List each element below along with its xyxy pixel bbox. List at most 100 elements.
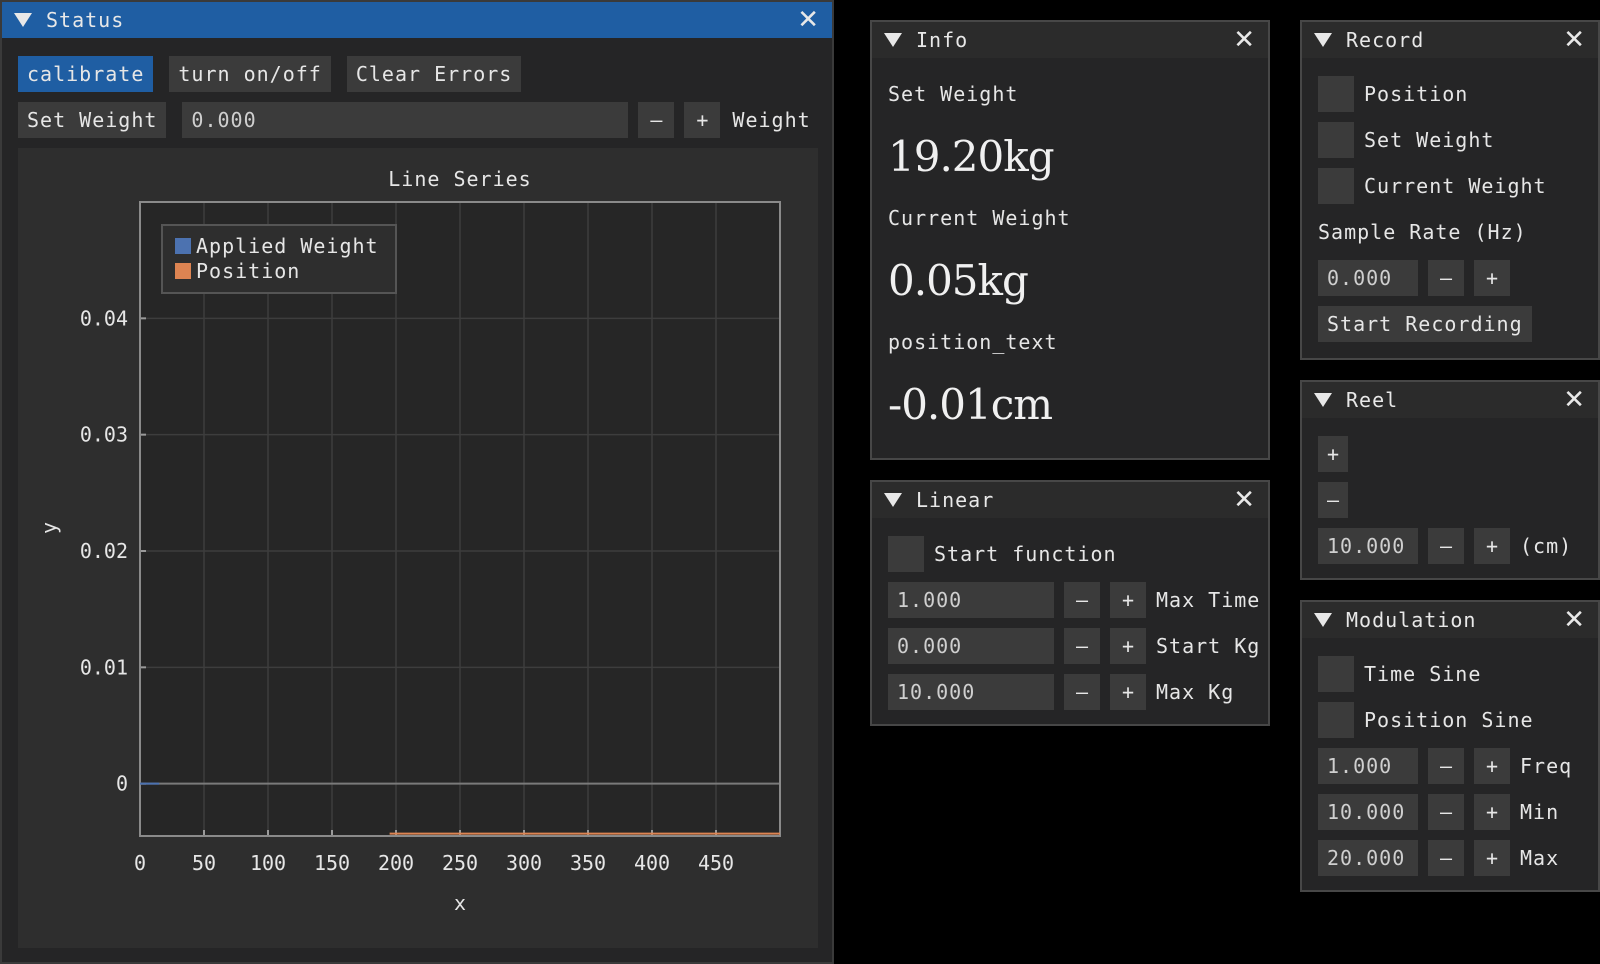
min-input[interactable] [1327, 800, 1409, 824]
chart-legend[interactable]: Applied Weight Position [161, 224, 397, 294]
freq-field[interactable] [1318, 748, 1418, 784]
time-sine-checkbox[interactable] [1318, 656, 1354, 692]
x-tick-label: 200 [378, 851, 414, 875]
x-tick-label: 400 [634, 851, 670, 875]
close-icon[interactable]: ✕ [797, 7, 820, 33]
y-axis-label: y [37, 522, 61, 534]
status-window: Status ✕ calibrate turn on/off Clear Err… [0, 0, 834, 964]
modulation-title: Modulation [1346, 608, 1477, 632]
set-weight-button[interactable]: Set Weight [18, 102, 167, 138]
max-kg-field[interactable] [888, 674, 1054, 710]
x-tick-label: 50 [192, 851, 216, 875]
reel-up-button[interactable]: + [1318, 436, 1348, 472]
current-weight-check-label: Current Weight [1364, 174, 1547, 198]
collapse-triangle-icon[interactable] [1314, 393, 1332, 407]
freq-increment-button[interactable]: + [1474, 748, 1510, 784]
line-series-chart[interactable]: Line Series 0 50 100 150 200 250 300 350 400 4500… [18, 148, 818, 948]
set-weight-checkbox[interactable] [1318, 122, 1354, 158]
collapse-triangle-icon[interactable] [1314, 613, 1332, 627]
start-kg-increment-button[interactable]: + [1110, 628, 1146, 664]
min-decrement-button[interactable]: – [1428, 794, 1464, 830]
x-tick-label: 450 [698, 851, 734, 875]
max-time-increment-button[interactable]: + [1110, 582, 1146, 618]
reel-distance-increment-button[interactable]: + [1474, 528, 1510, 564]
max-kg-input[interactable] [897, 680, 1045, 704]
start-kg-decrement-button[interactable]: – [1064, 628, 1100, 664]
start-function-label: Start function [934, 542, 1117, 566]
position-check-label: Position [1364, 82, 1469, 106]
max-field[interactable] [1318, 840, 1418, 876]
position-checkbox[interactable] [1318, 76, 1354, 112]
position-value: -0.01cm [888, 380, 1053, 429]
sample-rate-increment-button[interactable]: + [1474, 260, 1510, 296]
reel-distance-field[interactable] [1318, 528, 1418, 564]
min-field[interactable] [1318, 794, 1418, 830]
sample-rate-input[interactable] [1327, 266, 1409, 290]
collapse-triangle-icon[interactable] [14, 13, 32, 27]
clear-errors-button[interactable]: Clear Errors [346, 56, 522, 92]
close-icon[interactable]: ✕ [1563, 607, 1586, 633]
max-decrement-button[interactable]: – [1428, 840, 1464, 876]
start-function-checkbox[interactable] [888, 536, 924, 572]
collapse-triangle-icon[interactable] [884, 493, 902, 507]
linear-title: Linear [916, 488, 995, 512]
info-titlebar[interactable]: Info ✕ [872, 22, 1268, 58]
min-increment-button[interactable]: + [1474, 794, 1510, 830]
max-kg-label: Max Kg [1156, 680, 1235, 704]
max-time-input[interactable] [897, 588, 1045, 612]
max-kg-increment-button[interactable]: + [1110, 674, 1146, 710]
weight-input-field[interactable] [182, 102, 629, 138]
start-kg-label: Start Kg [1156, 634, 1261, 658]
status-titlebar[interactable]: Status ✕ [2, 2, 832, 38]
reel-down-button[interactable]: – [1318, 482, 1348, 518]
x-tick-label: 300 [506, 851, 542, 875]
modulation-window: Modulation ✕ Time Sine Position Sine – +… [1300, 600, 1600, 892]
weight-decrement-button[interactable]: – [638, 102, 675, 138]
legend-label-position[interactable]: Position [196, 259, 300, 283]
linear-titlebar[interactable]: Linear ✕ [872, 482, 1268, 518]
reel-unit-label: (cm) [1520, 534, 1573, 558]
close-icon[interactable]: ✕ [1563, 387, 1586, 413]
collapse-triangle-icon[interactable] [884, 33, 902, 47]
x-tick-label: 250 [442, 851, 478, 875]
sample-rate-decrement-button[interactable]: – [1428, 260, 1464, 296]
legend-swatch-applied-weight [175, 238, 191, 254]
current-weight-checkbox[interactable] [1318, 168, 1354, 204]
reel-titlebar[interactable]: Reel ✕ [1302, 382, 1598, 418]
turn-on-off-button[interactable]: turn on/off [169, 56, 331, 92]
position-label: position_text [888, 330, 1058, 354]
start-recording-button[interactable]: Start Recording [1318, 306, 1532, 342]
calibrate-button[interactable]: calibrate [18, 56, 154, 92]
max-time-field[interactable] [888, 582, 1054, 618]
close-icon[interactable]: ✕ [1233, 27, 1256, 53]
freq-input[interactable] [1327, 754, 1409, 778]
max-increment-button[interactable]: + [1474, 840, 1510, 876]
weight-input[interactable] [191, 108, 620, 132]
record-titlebar[interactable]: Record ✕ [1302, 22, 1598, 58]
y-tick-label: 0.01 [80, 655, 128, 679]
start-kg-input[interactable] [897, 634, 1045, 658]
max-input[interactable] [1327, 846, 1409, 870]
collapse-triangle-icon[interactable] [1314, 33, 1332, 47]
modulation-titlebar[interactable]: Modulation ✕ [1302, 602, 1598, 638]
info-window: Info ✕ Set Weight 19.20kg Current Weight… [870, 20, 1270, 460]
legend-label-applied-weight[interactable]: Applied Weight [196, 234, 379, 258]
freq-decrement-button[interactable]: – [1428, 748, 1464, 784]
freq-label: Freq [1520, 754, 1573, 778]
close-icon[interactable]: ✕ [1233, 487, 1256, 513]
start-kg-field[interactable] [888, 628, 1054, 664]
weight-increment-button[interactable]: + [684, 102, 721, 138]
current-weight-value: 0.05kg [888, 256, 1029, 305]
sample-rate-field[interactable] [1318, 260, 1418, 296]
reel-distance-input[interactable] [1327, 534, 1409, 558]
info-title: Info [916, 28, 969, 52]
y-tick-label: 0.02 [80, 539, 128, 563]
linear-window: Linear ✕ Start function – + Max Time – +… [870, 480, 1270, 726]
max-time-decrement-button[interactable]: – [1064, 582, 1100, 618]
max-kg-decrement-button[interactable]: – [1064, 674, 1100, 710]
y-tick-label: 0.03 [80, 423, 128, 447]
reel-distance-decrement-button[interactable]: – [1428, 528, 1464, 564]
position-sine-checkbox[interactable] [1318, 702, 1354, 738]
y-tick-label: 0 [116, 772, 128, 796]
close-icon[interactable]: ✕ [1563, 27, 1586, 53]
